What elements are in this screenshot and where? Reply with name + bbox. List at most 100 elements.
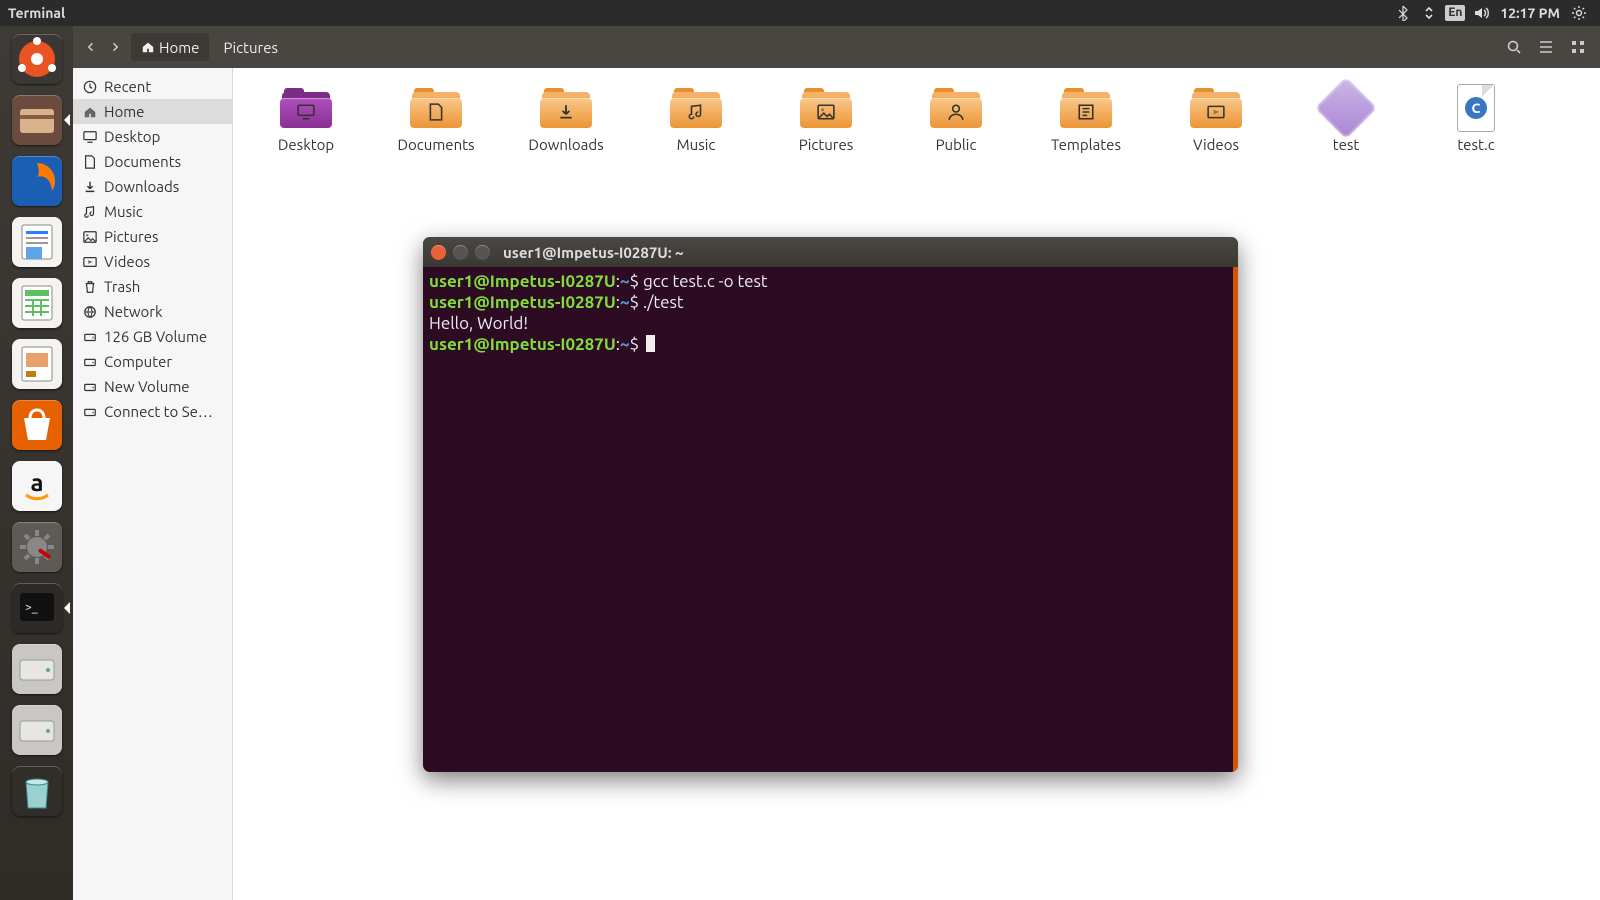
file-item-music[interactable]: Music (633, 86, 759, 153)
grid-view-button[interactable] (1564, 33, 1592, 61)
nav-back-button[interactable] (79, 33, 103, 61)
sidebar-item-desktop[interactable]: Desktop (73, 124, 232, 149)
terminal-line: user1@Impetus-I0287U:~$ gcc test.c -o te… (429, 271, 1232, 292)
trash-icon (83, 280, 97, 294)
file-label: Desktop (278, 136, 334, 153)
sidebar-item-music[interactable]: Music (73, 199, 232, 224)
file-label: Downloads (528, 136, 603, 153)
launcher-trash[interactable] (8, 762, 65, 819)
disk-icon (83, 330, 97, 344)
terminal-line: user1@Impetus-I0287U:~$ ./test (429, 292, 1232, 313)
sidebar-item-network[interactable]: Network (73, 299, 232, 324)
file-label: Pictures (799, 136, 854, 153)
sidebar-item-videos[interactable]: Videos (73, 249, 232, 274)
file-icon (1058, 86, 1114, 130)
home-icon (83, 105, 97, 119)
file-item-templates[interactable]: Templates (1023, 86, 1149, 153)
desktop-icon (83, 130, 97, 144)
launcher-files[interactable] (8, 91, 65, 148)
file-item-test-c[interactable]: Ctest.c (1413, 86, 1539, 153)
sidebar-item-trash[interactable]: Trash (73, 274, 232, 299)
list-view-button[interactable] (1532, 33, 1560, 61)
files-sidebar: RecentHomeDesktopDocumentsDownloadsMusic… (73, 68, 233, 900)
down-icon (83, 180, 97, 194)
launcher-firefox[interactable] (8, 152, 65, 209)
files-toolbar: HomePictures (73, 26, 1600, 68)
file-label: Music (677, 136, 716, 153)
active-app-name: Terminal (8, 5, 65, 21)
file-item-documents[interactable]: Documents (373, 86, 499, 153)
file-item-test[interactable]: test (1283, 86, 1409, 153)
file-item-desktop[interactable]: Desktop (243, 86, 369, 153)
window-close-button[interactable] (431, 245, 446, 260)
system-gear-icon[interactable] (1568, 2, 1590, 24)
pic-icon (83, 230, 97, 244)
terminal-titlebar[interactable]: user1@Impetus-I0287U: ~ (423, 237, 1238, 267)
network-icon[interactable] (1418, 2, 1440, 24)
file-icon (1318, 86, 1374, 130)
doc-icon (83, 155, 97, 169)
terminal-line: Hello, World! (429, 313, 1232, 334)
music-icon (83, 205, 97, 219)
file-icon (408, 86, 464, 130)
unity-launcher: a >_ (0, 26, 73, 900)
net-icon (83, 305, 97, 319)
sidebar-item-new-volume[interactable]: New Volume (73, 374, 232, 399)
keyboard-lang-indicator[interactable]: En (1444, 2, 1466, 24)
sidebar-item-downloads[interactable]: Downloads (73, 174, 232, 199)
file-icon (928, 86, 984, 130)
file-label: Documents (397, 136, 474, 153)
path-segment-home[interactable]: Home (131, 33, 209, 61)
nav-forward-button[interactable] (103, 33, 127, 61)
sidebar-item-documents[interactable]: Documents (73, 149, 232, 174)
launcher-drive2[interactable] (8, 701, 65, 758)
file-icon (538, 86, 594, 130)
window-maximize-button[interactable] (475, 245, 490, 260)
path-segment-pictures[interactable]: Pictures (213, 33, 288, 61)
launcher-drive1[interactable] (8, 640, 65, 697)
clock-icon (83, 80, 97, 94)
file-label: Templates (1051, 136, 1121, 153)
file-label: Videos (1193, 136, 1239, 153)
file-icon (798, 86, 854, 130)
launcher-writer[interactable] (8, 213, 65, 270)
terminal-body[interactable]: user1@Impetus-I0287U:~$ gcc test.c -o te… (423, 267, 1238, 772)
launcher-dash[interactable] (8, 30, 65, 87)
bluetooth-icon[interactable] (1392, 2, 1414, 24)
sidebar-item-computer[interactable]: Computer (73, 349, 232, 374)
sidebar-item-recent[interactable]: Recent (73, 74, 232, 99)
sidebar-item-126-gb-volume[interactable]: 126 GB Volume (73, 324, 232, 349)
launcher-amazon[interactable]: a (8, 457, 65, 514)
terminal-title: user1@Impetus-I0287U: ~ (503, 244, 684, 261)
launcher-impress[interactable] (8, 335, 65, 392)
file-icon (1188, 86, 1244, 130)
launcher-calc[interactable] (8, 274, 65, 331)
search-button[interactable] (1500, 33, 1528, 61)
top-panel: Terminal En 12:17 PM (0, 0, 1600, 26)
disk-icon (83, 405, 97, 419)
launcher-terminal[interactable]: >_ (8, 579, 65, 636)
home-icon (141, 40, 155, 54)
sidebar-item-home[interactable]: Home (73, 99, 232, 124)
sidebar-item-connect-to-se-[interactable]: Connect to Se… (73, 399, 232, 424)
file-item-videos[interactable]: Videos (1153, 86, 1279, 153)
disk-icon (83, 355, 97, 369)
sidebar-item-pictures[interactable]: Pictures (73, 224, 232, 249)
svg-text:a: a (30, 469, 43, 496)
file-label: Public (936, 136, 977, 153)
terminal-window[interactable]: user1@Impetus-I0287U: ~ user1@Impetus-I0… (423, 237, 1238, 772)
svg-text:>_: >_ (25, 601, 38, 614)
file-label: test (1333, 136, 1360, 153)
launcher-settings[interactable] (8, 518, 65, 575)
file-item-public[interactable]: Public (893, 86, 1019, 153)
window-minimize-button[interactable] (453, 245, 468, 260)
launcher-software[interactable] (8, 396, 65, 453)
file-icon (278, 86, 334, 130)
video-icon (83, 255, 97, 269)
clock[interactable]: 12:17 PM (1500, 5, 1560, 21)
file-item-pictures[interactable]: Pictures (763, 86, 889, 153)
file-item-downloads[interactable]: Downloads (503, 86, 629, 153)
volume-icon[interactable] (1470, 2, 1492, 24)
terminal-line: user1@Impetus-I0287U:~$ (429, 334, 1232, 355)
file-label: test.c (1457, 136, 1494, 153)
